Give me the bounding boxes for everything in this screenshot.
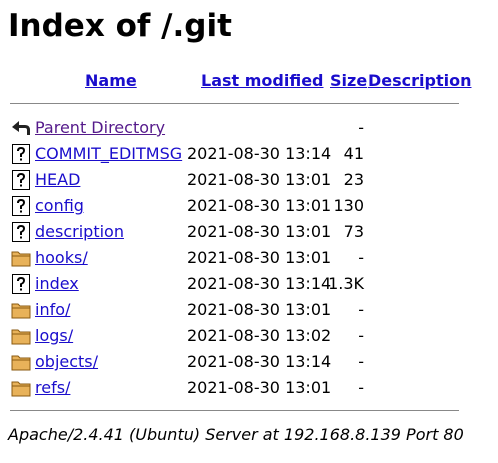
listing-row: logs/2021-08-30 13:02 - — [0, 323, 498, 349]
size-cell: - — [358, 248, 364, 267]
size-cell: 41 — [343, 144, 364, 163]
sort-by-size-link[interactable]: Size — [330, 71, 367, 90]
entry-name-link[interactable]: COMMIT_EDITMSG — [35, 141, 182, 167]
entry-name-link[interactable]: hooks/ — [35, 245, 88, 271]
last-modified-cell: 2021-08-30 13:02 — [187, 326, 332, 345]
last-modified-column-header: Last modified — [201, 70, 324, 92]
folder-icon[interactable] — [11, 248, 31, 268]
header-divider — [10, 103, 459, 104]
last-modified-cell: 2021-08-30 13:01 — [187, 222, 332, 241]
unknown-file-icon[interactable] — [11, 144, 31, 164]
back-arrow-icon[interactable] — [11, 118, 31, 138]
size-cell: 23 — [343, 170, 364, 189]
size-column-header: Size — [330, 70, 367, 92]
last-modified-cell: 2021-08-30 13:14 — [187, 274, 332, 293]
sort-by-name-link[interactable]: Name — [85, 71, 137, 90]
last-modified-cell: 2021-08-30 13:01 — [187, 170, 332, 189]
name-column-header: Name — [85, 70, 137, 92]
entry-name-link[interactable]: HEAD — [35, 167, 80, 193]
last-modified-cell: 2021-08-30 13:14 — [187, 144, 332, 163]
size-cell: - — [358, 378, 364, 397]
listing-row: index 2021-08-30 13:14 1.3K — [0, 271, 498, 297]
description-column-header: Description — [368, 70, 471, 92]
size-cell: - — [358, 326, 364, 345]
last-modified-cell: 2021-08-30 13:01 — [187, 196, 332, 215]
size-cell: - — [358, 118, 364, 137]
listing-row: hooks/2021-08-30 13:01 - — [0, 245, 498, 271]
listing-row: COMMIT_EDITMSG 2021-08-30 13:14 41 — [0, 141, 498, 167]
folder-icon[interactable] — [11, 352, 31, 372]
last-modified-cell: 2021-08-30 13:01 — [187, 300, 332, 319]
server-signature: Apache/2.4.41 (Ubuntu) Server at 192.168… — [8, 425, 464, 444]
listing-row: description 2021-08-30 13:01 73 — [0, 219, 498, 245]
entry-name-link[interactable]: info/ — [35, 297, 70, 323]
listing-row: refs/2021-08-30 13:01 - — [0, 375, 498, 401]
entry-name-link[interactable]: objects/ — [35, 349, 98, 375]
last-modified-cell: 2021-08-30 13:14 — [187, 352, 332, 371]
last-modified-cell: 2021-08-30 13:01 — [187, 248, 332, 267]
entry-name-link[interactable]: description — [35, 219, 124, 245]
size-cell: 73 — [343, 222, 364, 241]
parent-directory-row: Parent Directory - — [0, 115, 498, 141]
sort-by-last-modified-link[interactable]: Last modified — [201, 71, 324, 90]
entry-name-link[interactable]: refs/ — [35, 375, 70, 401]
folder-icon[interactable] — [11, 378, 31, 398]
page-title: Index of /.git — [8, 8, 232, 44]
entry-name-link[interactable]: index — [35, 271, 79, 297]
listing-row: config 2021-08-30 13:01 130 — [0, 193, 498, 219]
size-cell: - — [358, 300, 364, 319]
folder-icon[interactable] — [11, 326, 31, 346]
entry-name-link[interactable]: config — [35, 193, 84, 219]
unknown-file-icon[interactable] — [11, 222, 31, 242]
size-cell: - — [358, 352, 364, 371]
last-modified-cell: 2021-08-30 13:01 — [187, 378, 332, 397]
entry-name-link[interactable]: logs/ — [35, 323, 73, 349]
listing-row: info/2021-08-30 13:01 - — [0, 297, 498, 323]
unknown-file-icon[interactable] — [11, 170, 31, 190]
size-cell: 1.3K — [328, 274, 364, 293]
footer-divider — [10, 410, 459, 411]
size-cell: 130 — [333, 196, 364, 215]
sort-by-description-link[interactable]: Description — [368, 71, 471, 90]
unknown-file-icon[interactable] — [11, 274, 31, 294]
listing-row: HEAD 2021-08-30 13:01 23 — [0, 167, 498, 193]
unknown-file-icon[interactable] — [11, 196, 31, 216]
folder-icon[interactable] — [11, 300, 31, 320]
listing-row: objects/2021-08-30 13:14 - — [0, 349, 498, 375]
parent-directory-link[interactable]: Parent Directory — [35, 115, 165, 141]
